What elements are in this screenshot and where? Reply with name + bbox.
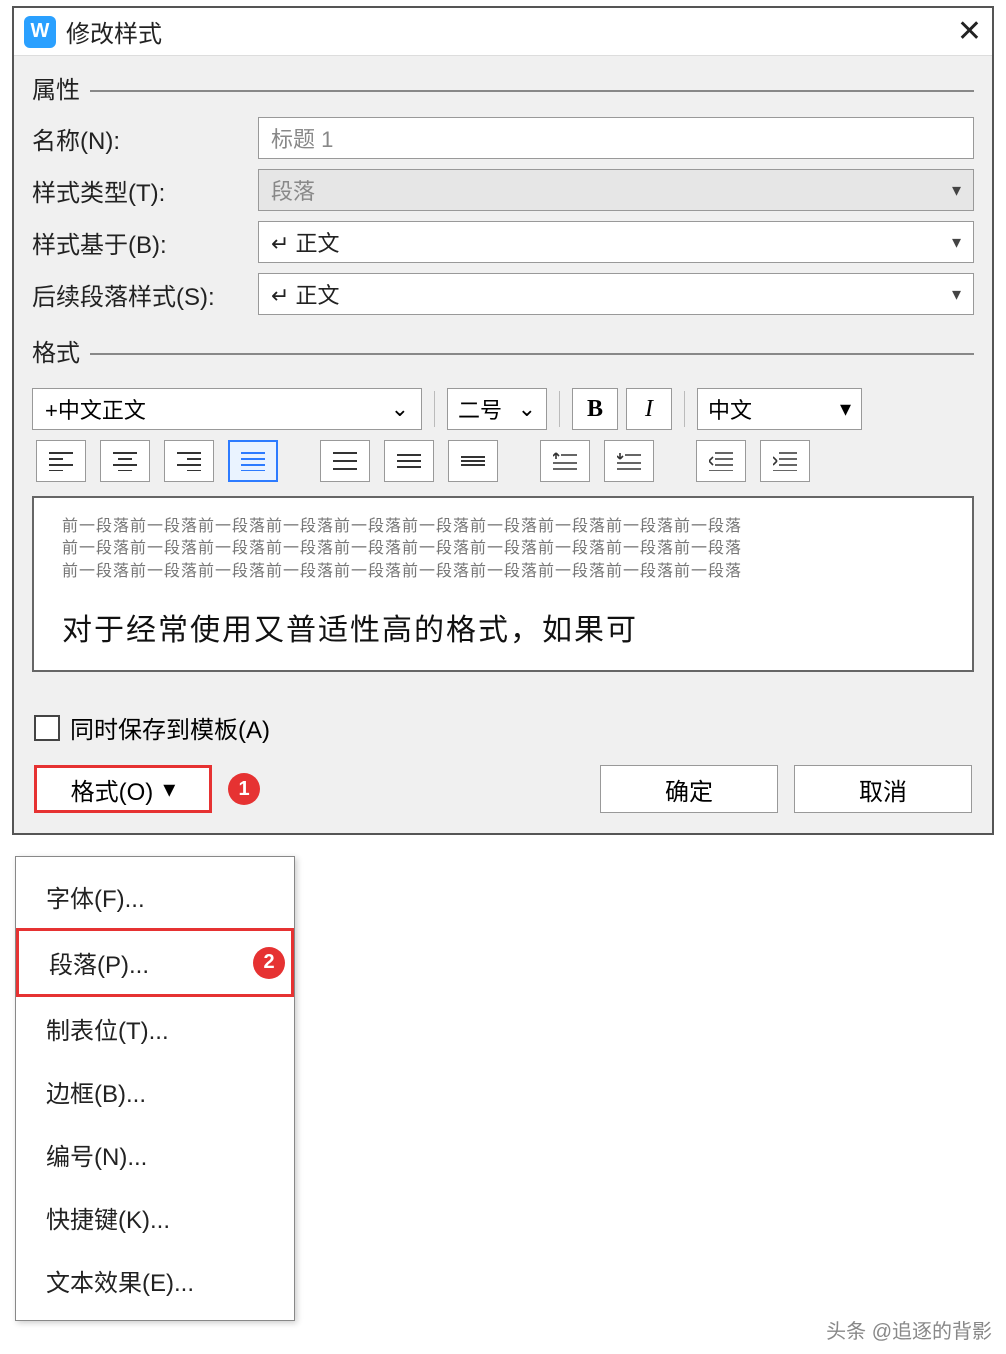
menu-text-effect[interactable]: 文本效果(E)... bbox=[16, 1249, 294, 1312]
format-dropdown-button[interactable]: 格式(O)▾ bbox=[34, 765, 212, 813]
menu-border[interactable]: 边框(B)... bbox=[16, 1060, 294, 1123]
next-style-select[interactable]: ↵ 正文▾ bbox=[258, 273, 974, 315]
style-type-select: 段落▾ bbox=[258, 169, 974, 211]
italic-button[interactable]: I bbox=[626, 388, 672, 430]
chevron-down-icon[interactable]: ▾ bbox=[952, 232, 961, 253]
spacing-loose-button[interactable] bbox=[320, 440, 370, 482]
menu-font[interactable]: 字体(F)... bbox=[16, 865, 294, 928]
close-icon[interactable]: ✕ bbox=[957, 14, 982, 49]
dialog-title: 修改样式 bbox=[66, 14, 162, 49]
format-dropdown-menu: 字体(F)... 段落(P)... 2 制表位(T)... 边框(B)... 编… bbox=[15, 856, 295, 1321]
menu-shortcut[interactable]: 快捷键(K)... bbox=[16, 1186, 294, 1249]
chevron-down-icon[interactable]: ⌄ bbox=[518, 396, 536, 422]
indent-increase-button[interactable] bbox=[760, 440, 810, 482]
indent-decrease-button[interactable] bbox=[696, 440, 746, 482]
annotation-badge-1: 1 bbox=[228, 773, 260, 805]
para-space-decrease-button[interactable] bbox=[604, 440, 654, 482]
preview-sample-text: 对于经常使用又普适性高的格式，如果可 bbox=[62, 605, 944, 649]
section-attributes: 属性 bbox=[32, 70, 974, 105]
name-input[interactable]: 标题 1 bbox=[258, 117, 974, 159]
bold-button[interactable]: B bbox=[572, 388, 618, 430]
align-justify-button[interactable] bbox=[228, 440, 278, 482]
spacing-tight-button[interactable] bbox=[448, 440, 498, 482]
ok-button[interactable]: 确定 bbox=[600, 765, 778, 813]
label-name: 名称(N): bbox=[32, 121, 242, 156]
menu-numbering[interactable]: 编号(N)... bbox=[16, 1123, 294, 1186]
save-to-template-checkbox[interactable] bbox=[34, 715, 60, 741]
style-preview: 前一段落前一段落前一段落前一段落前一段落前一段落前一段落前一段落前一段落前一段落… bbox=[32, 496, 974, 672]
label-type: 样式类型(T): bbox=[32, 173, 242, 208]
chevron-down-icon: ▾ bbox=[952, 180, 961, 201]
style-base-select[interactable]: ↵ 正文▾ bbox=[258, 221, 974, 263]
titlebar: W 修改样式 ✕ bbox=[14, 8, 992, 56]
align-right-button[interactable] bbox=[164, 440, 214, 482]
align-center-button[interactable] bbox=[100, 440, 150, 482]
section-format: 格式 bbox=[32, 333, 974, 368]
font-family-select[interactable]: +中文正文⌄ bbox=[32, 388, 422, 430]
save-to-template-label: 同时保存到模板(A) bbox=[70, 710, 270, 745]
chevron-down-icon[interactable]: ▾ bbox=[840, 396, 851, 422]
font-size-select[interactable]: 二号⌄ bbox=[447, 388, 547, 430]
cancel-button[interactable]: 取消 bbox=[794, 765, 972, 813]
label-base: 样式基于(B): bbox=[32, 225, 242, 260]
spacing-normal-button[interactable] bbox=[384, 440, 434, 482]
watermark: 头条 @追逐的背影 bbox=[826, 1315, 992, 1344]
chevron-down-icon: ▾ bbox=[163, 775, 175, 804]
annotation-badge-2: 2 bbox=[253, 947, 285, 979]
chevron-down-icon[interactable]: ⌄ bbox=[391, 396, 409, 422]
label-next: 后续段落样式(S): bbox=[32, 277, 242, 312]
para-space-increase-button[interactable] bbox=[540, 440, 590, 482]
chevron-down-icon[interactable]: ▾ bbox=[952, 284, 961, 305]
modify-style-dialog: W 修改样式 ✕ 属性 名称(N): 标题 1 样式类型(T): 段落▾ 样式基… bbox=[12, 6, 994, 835]
menu-tabs[interactable]: 制表位(T)... bbox=[16, 997, 294, 1060]
wps-app-icon: W bbox=[24, 16, 56, 48]
menu-paragraph[interactable]: 段落(P)... 2 bbox=[16, 928, 294, 997]
align-left-button[interactable] bbox=[36, 440, 86, 482]
language-select[interactable]: 中文▾ bbox=[697, 388, 862, 430]
